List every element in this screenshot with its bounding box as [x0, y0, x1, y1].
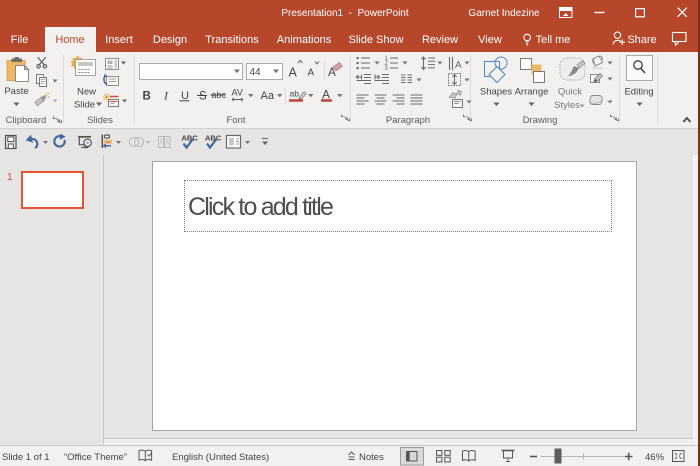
- svg-text:Aa: Aa: [261, 90, 275, 102]
- svg-text:ABC: ABC: [182, 134, 199, 143]
- svg-text:A: A: [289, 66, 298, 80]
- svg-text:Slide: Slide: [74, 100, 95, 111]
- svg-text:Paste: Paste: [4, 86, 28, 97]
- svg-text:B: B: [143, 91, 151, 103]
- svg-text:A: A: [308, 68, 315, 79]
- svg-text:A: A: [455, 60, 462, 71]
- svg-text:Shapes: Shapes: [480, 87, 512, 98]
- svg-text:New: New: [77, 87, 96, 98]
- svg-text:S: S: [199, 91, 207, 103]
- svg-text:44: 44: [250, 67, 262, 78]
- svg-text:Arrange: Arrange: [515, 87, 549, 98]
- svg-text:ABC: ABC: [205, 134, 222, 143]
- svg-text:Quick: Quick: [558, 87, 583, 98]
- svg-text:Editing: Editing: [624, 87, 653, 98]
- svg-text:ab: ab: [290, 89, 300, 99]
- svg-text:I: I: [163, 89, 169, 103]
- svg-text:AV: AV: [232, 88, 243, 98]
- svg-text:3: 3: [385, 66, 389, 72]
- svg-text:Styles: Styles: [554, 100, 580, 111]
- svg-text:U: U: [181, 90, 189, 102]
